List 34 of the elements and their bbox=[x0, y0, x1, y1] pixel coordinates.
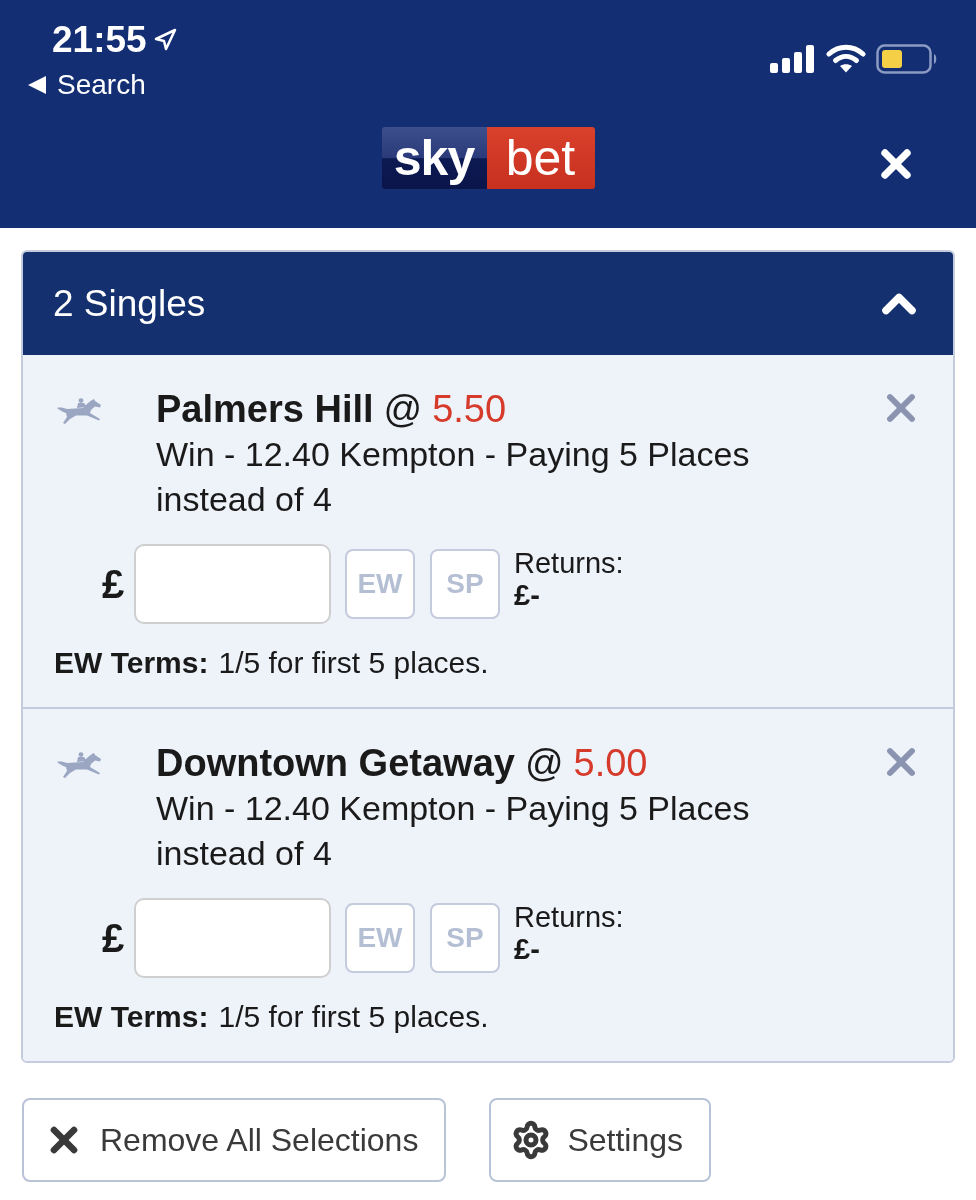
wifi-icon bbox=[826, 44, 866, 74]
at-sign: @ bbox=[383, 387, 423, 432]
market-description: Win - 12.40 Kempton - Paying 5 Places instead of 4 bbox=[156, 788, 751, 874]
currency-symbol: £ bbox=[100, 561, 126, 608]
horse-racing-icon bbox=[56, 398, 102, 426]
remove-all-button[interactable]: Remove All Selections bbox=[22, 1098, 447, 1182]
market-description: Win - 12.40 Kempton - Paying 5 Places instead of 4 bbox=[156, 434, 751, 520]
ew-terms-text: 1/5 for first 5 places. bbox=[218, 645, 489, 681]
location-arrow-icon bbox=[152, 28, 177, 52]
battery-icon bbox=[876, 44, 938, 74]
group-title: 2 Singles bbox=[53, 281, 206, 326]
stake-input-field[interactable] bbox=[134, 898, 331, 978]
signal-icon bbox=[770, 45, 816, 73]
ew-terms-text: 1/5 for first 5 places. bbox=[218, 999, 489, 1035]
at-sign: @ bbox=[524, 741, 564, 786]
returns-value: £- bbox=[514, 579, 541, 611]
ew-terms-label: EW Terms: bbox=[54, 645, 209, 681]
settings-button[interactable]: Settings bbox=[489, 1098, 711, 1182]
selection-name: Downtown Getaway bbox=[156, 741, 515, 786]
selection-name: Palmers Hill bbox=[156, 387, 374, 432]
currency-symbol: £ bbox=[100, 915, 126, 962]
brand-logo: sky bet bbox=[381, 127, 595, 189]
returns-label: Returns: bbox=[514, 547, 624, 579]
ew-terms-label: EW Terms: bbox=[54, 999, 209, 1035]
returns-label: Returns: bbox=[514, 901, 624, 933]
status-time: 21:55 bbox=[52, 18, 147, 62]
back-button[interactable]: Search bbox=[28, 68, 177, 102]
odds-value: 5.50 bbox=[432, 387, 507, 432]
returns-value: £- bbox=[514, 933, 541, 965]
back-triangle-icon bbox=[28, 76, 46, 94]
horse-racing-icon bbox=[56, 752, 102, 780]
group-header[interactable]: 2 Singles bbox=[23, 252, 953, 355]
odds-value: 5.00 bbox=[573, 741, 648, 786]
stake-input-field[interactable] bbox=[134, 544, 331, 624]
